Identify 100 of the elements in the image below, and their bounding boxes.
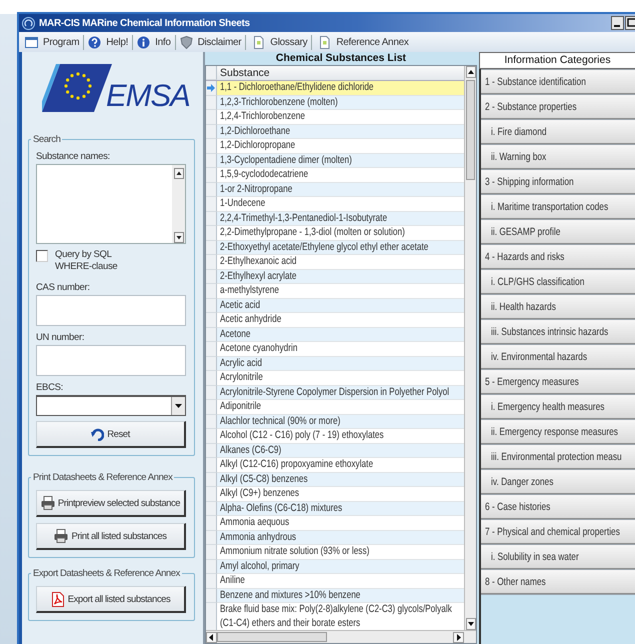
category-button[interactable]: 1 - Substance identification <box>481 70 635 94</box>
toolbar-button[interactable]: Glossary <box>246 33 312 51</box>
input-field[interactable] <box>36 295 186 326</box>
scroll-thumb[interactable] <box>466 80 475 180</box>
row-header[interactable] <box>206 139 217 154</box>
category-button[interactable]: 7 - Physical and chemical properties <box>481 520 635 544</box>
row-header[interactable] <box>206 96 217 110</box>
row-header[interactable] <box>206 270 217 284</box>
row-header[interactable] <box>206 371 217 386</box>
row-header[interactable] <box>206 545 217 560</box>
table-cell[interactable]: Acetone <box>217 328 464 342</box>
scrollbar[interactable] <box>464 66 476 630</box>
row-header[interactable] <box>206 240 217 255</box>
table-cell[interactable]: 2-Ethoxyethyl acetate/Ethylene glycol ethyl ether acetate <box>217 240 464 255</box>
row-header[interactable] <box>206 458 217 472</box>
row-header[interactable] <box>206 487 217 502</box>
row-header[interactable] <box>206 124 217 139</box>
row-header[interactable] <box>206 356 217 371</box>
category-button[interactable]: 6 - Case histories <box>481 495 635 519</box>
action-button[interactable]: Printpreview selected substance <box>36 490 186 517</box>
category-button[interactable]: 8 - Other names <box>481 570 635 594</box>
category-button[interactable]: ii. Emergency response measures <box>481 420 635 444</box>
table-cell[interactable]: 1,2,3-Trichlorobenzene (molten) <box>217 96 464 110</box>
row-header[interactable] <box>206 81 217 96</box>
table-cell[interactable]: 1,2-Dichloroethane <box>217 124 464 139</box>
toolbar-button[interactable]: Program <box>21 33 84 51</box>
row-header[interactable] <box>206 328 217 342</box>
table-cell[interactable]: 2,2,4-Trimethyl-1,3-Pentanediol-1-Isobutyrate <box>217 212 464 226</box>
category-button[interactable]: iv. Danger zones <box>481 470 635 494</box>
row-header[interactable] <box>206 516 217 530</box>
table-cell[interactable]: 1,3-Cyclopentadiene dimer (molten) <box>217 154 464 168</box>
table-cell[interactable]: Amyl alcohol, primary <box>217 560 464 574</box>
toolbar-button[interactable]: Disclaimer <box>176 33 246 51</box>
row-header[interactable] <box>206 226 217 240</box>
row-header[interactable] <box>206 342 217 356</box>
row-header[interactable] <box>206 588 217 603</box>
logo-text: EMSA <box>106 79 190 112</box>
category-button[interactable]: ii. Warning box <box>481 145 635 169</box>
category-button[interactable]: iii. Environmental protection measu <box>481 445 635 469</box>
row-header[interactable] <box>206 154 217 168</box>
row-header[interactable] <box>206 472 217 487</box>
category-button[interactable]: 5 - Emergency measures <box>481 370 635 394</box>
toolbar-button[interactable]: Help! <box>84 33 132 51</box>
category-button[interactable]: ii. GESAMP profile <box>481 220 635 244</box>
table-cell[interactable]: Acetic acid <box>217 298 464 313</box>
scroll-thumb[interactable] <box>217 632 327 642</box>
category-button[interactable]: ii. Health hazards <box>481 295 635 319</box>
category-button[interactable]: 3 - Shipping information <box>481 170 635 194</box>
input-field[interactable] <box>36 345 186 376</box>
scrollbar[interactable] <box>172 165 185 243</box>
category-button[interactable]: iii. Substances intrinsic hazards <box>481 320 635 344</box>
row-header[interactable] <box>206 386 217 400</box>
row-header[interactable] <box>206 110 217 124</box>
table-cell[interactable]: Alachlor technical (90% or more) <box>217 414 464 429</box>
category-button[interactable]: i. Fire diamond <box>481 120 635 144</box>
row-header[interactable] <box>206 197 217 212</box>
category-button[interactable]: iv. Environmental hazards <box>481 345 635 369</box>
table-cell[interactable]: Ammonia anhydrous <box>217 530 464 545</box>
row-header[interactable] <box>206 444 217 458</box>
scrollbar[interactable] <box>206 630 476 643</box>
action-button[interactable]: Reset <box>36 421 186 448</box>
minimize-icon <box>611 16 624 30</box>
row-header[interactable] <box>206 298 217 313</box>
row-header[interactable] <box>206 182 217 197</box>
category-button[interactable]: i. CLP/GHS classification <box>481 270 635 294</box>
toolbar-button[interactable]: Info <box>133 33 175 51</box>
row-header[interactable] <box>206 574 217 588</box>
category-button[interactable]: i. Solubility in sea water <box>481 545 635 569</box>
category-button[interactable]: 4 - Hazards and risks <box>481 245 635 269</box>
row-header[interactable] <box>206 255 217 270</box>
action-button[interactable]: Print all listed substances <box>36 523 186 550</box>
row-header[interactable] <box>206 414 217 429</box>
table-cell[interactable]: Alpha- Olefins (C6-C18) mixtures <box>217 502 464 516</box>
category-button[interactable]: i. Emergency health measures <box>481 395 635 419</box>
table-cell[interactable]: Acrylic acid <box>217 356 464 371</box>
category-button[interactable]: 2 - Substance properties <box>481 95 635 119</box>
table-cell[interactable]: 1,1 - Dichloroethane/Ethylidene dichloride <box>217 81 464 96</box>
table-cell[interactable]: 2-Ethylhexyl acrylate <box>217 270 464 284</box>
category-button[interactable]: i. Maritime transportation codes <box>481 195 635 219</box>
checkbox[interactable] <box>36 250 48 262</box>
table-cell[interactable]: Benzene and mixtures >10% benzene <box>217 588 464 603</box>
row-header[interactable] <box>206 212 217 226</box>
row-header[interactable] <box>206 502 217 516</box>
group-title: Export Datasheets & Reference Annex <box>32 568 182 579</box>
row-header[interactable] <box>206 400 217 414</box>
row-header[interactable] <box>206 560 217 574</box>
dropdown[interactable] <box>36 395 186 416</box>
row-header[interactable] <box>206 429 217 444</box>
table-cell[interactable]: Alkanes (C6-C9) <box>217 444 464 458</box>
row-header[interactable] <box>206 168 217 182</box>
table-cell[interactable]: Alkyl (C5-C8) benzenes <box>217 472 464 487</box>
table-cell[interactable]: Acrylonitrile-Styrene Copolymer Dispersion in Polyether Polyol <box>217 386 464 400</box>
row-header[interactable] <box>206 313 217 328</box>
input-field[interactable] <box>36 164 186 244</box>
toolbar-button[interactable]: Reference Annex <box>312 33 413 51</box>
table-cell[interactable]: 1-or 2-Nitropropane <box>217 182 464 197</box>
row-header[interactable] <box>206 530 217 545</box>
row-header[interactable] <box>206 603 217 630</box>
action-button[interactable]: Export all listed substances <box>36 586 186 613</box>
row-header[interactable] <box>206 284 217 298</box>
